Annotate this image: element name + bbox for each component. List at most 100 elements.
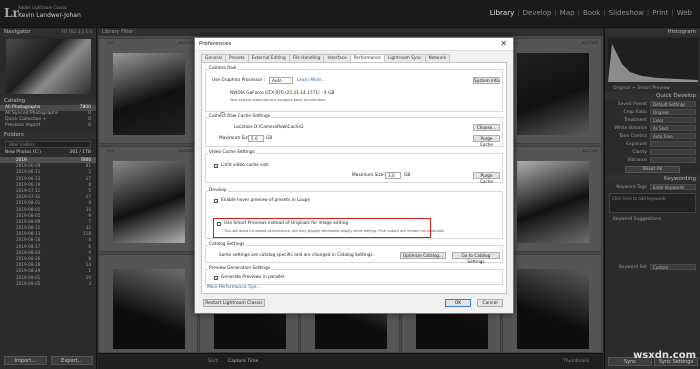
- video-max-size-input[interactable]: 3.0: [385, 172, 401, 179]
- purge-video-cache-button[interactable]: Purge Cache: [473, 172, 500, 184]
- catalog-settings-title: Catalog Settings: [208, 242, 246, 247]
- quick-develop-row[interactable]: Vibrance: [605, 156, 700, 164]
- navigator-header[interactable]: Navigator FIT FILL 1:1 1:4: [0, 28, 96, 36]
- cache-max-size-input[interactable]: 5.0: [248, 135, 264, 142]
- sort-label: Sort:: [208, 359, 219, 364]
- parallel-previews-checkbox[interactable]: ✓: [214, 276, 218, 281]
- video-cache-group: Video Cache Settings: [205, 150, 503, 183]
- module-web[interactable]: Web: [675, 9, 694, 17]
- dialog-titlebar: Preferences ✕: [195, 38, 513, 51]
- quick-develop-row[interactable]: Treatment Color: [605, 116, 700, 124]
- hover-preview-checkbox[interactable]: ✓: [214, 199, 218, 204]
- purge-cache-button[interactable]: Purge Cache: [473, 135, 500, 147]
- dialog-title: Preferences: [199, 41, 232, 47]
- quick-develop-row[interactable]: Exposure: [605, 140, 700, 148]
- library-filter-bar[interactable]: Library Filter :: [98, 28, 603, 36]
- thumbnail-cell[interactable]: [98, 254, 198, 353]
- restart-lightroom-button[interactable]: Restart Lightroom Classic: [203, 299, 265, 307]
- tab-external-editing[interactable]: External Editing: [247, 54, 290, 62]
- quick-develop-row[interactable]: Crop Ratio Original: [605, 108, 700, 116]
- cache-unit: GB: [266, 136, 273, 141]
- gpu-name: NVIDIA GeForce GTX 970 (25.21.14.1771) -…: [230, 91, 335, 96]
- cell-index: 889: [107, 41, 114, 45]
- cell-filename: _KLS7160: [176, 149, 194, 153]
- tab-interface[interactable]: Interface: [323, 54, 351, 62]
- module-map[interactable]: Map: [558, 9, 577, 17]
- module-slideshow[interactable]: Slideshow: [607, 9, 646, 17]
- go-to-catalog-settings-button[interactable]: Go to Catalog Settings: [452, 252, 500, 264]
- tab-performance[interactable]: Performance: [349, 54, 385, 62]
- navigator-zoom-options[interactable]: FIT FILL 1:1 1:4: [61, 29, 92, 35]
- cell-filename: _KLS7163: [580, 149, 598, 153]
- quick-develop-row[interactable]: White Balance As Shot: [605, 124, 700, 132]
- folder-list: 2019 7800 2019-06-09 81 2019-06-11 2 2019-06-1…: [0, 157, 96, 287]
- tab-file-handling[interactable]: File Handling: [288, 54, 325, 62]
- learn-more-link[interactable]: Learn More...: [297, 78, 325, 83]
- thumbnail-cell[interactable]: [502, 254, 602, 353]
- video-max-size-label: Maximum Size:: [352, 173, 385, 178]
- photo-thumbnail: [113, 161, 185, 243]
- tab-general[interactable]: General: [201, 54, 226, 62]
- keywording-header[interactable]: Keywording: [605, 175, 700, 183]
- more-performance-tips-link[interactable]: More Performance Tips...: [207, 285, 260, 290]
- quick-develop-row[interactable]: Tone Control Auto Tone: [605, 132, 700, 140]
- photo-thumbnail: [113, 53, 185, 135]
- folder-item[interactable]: 2019-09-05 3: [0, 281, 96, 287]
- keyword-set-row[interactable]: Keyword Set Custom: [605, 263, 700, 271]
- gpu-select[interactable]: Auto: [269, 77, 293, 84]
- sort-dropdown[interactable]: Capture Time: [228, 359, 258, 364]
- cache-max-size-label: Maximum Size:: [219, 136, 252, 141]
- video-cache-title: Video Cache Settings: [208, 150, 256, 155]
- cell-index: 896: [107, 149, 114, 153]
- close-icon[interactable]: ✕: [500, 39, 507, 48]
- keyword-suggestions[interactable]: Keyword Suggestions: [605, 215, 700, 223]
- identity-name: Kevin Landwer-Johan: [18, 12, 81, 19]
- tab-lightroom-sync[interactable]: Lightroom Sync: [383, 54, 426, 62]
- catalog-header[interactable]: Catalog: [0, 97, 96, 105]
- histogram: [608, 38, 698, 82]
- module-library[interactable]: Library: [488, 9, 516, 17]
- gpu-label: Use Graphics Processor :: [212, 78, 266, 83]
- thumbnail-cell[interactable]: 889 _KLS7153: [98, 38, 198, 144]
- keywords-input[interactable]: Click here to add keywords: [609, 193, 696, 213]
- thumbnail-cell[interactable]: 899 _KLS7163: [502, 146, 602, 252]
- preview-generation-title: Preview Generation Settings: [208, 266, 272, 271]
- import-button[interactable]: Import...: [4, 356, 47, 365]
- keyword-tags-row[interactable]: Keyword Tags Enter Keywords: [605, 183, 700, 191]
- ok-button[interactable]: OK: [445, 299, 471, 307]
- photo-thumbnail: [113, 269, 185, 349]
- folders-header[interactable]: Folders: [0, 131, 96, 139]
- volume-row[interactable]: New Photos (C:) 361 / 1TB: [0, 150, 96, 157]
- thumbnail-cell[interactable]: 896 _KLS7160: [98, 146, 198, 252]
- dialog-tabs: General Presets External Editing File Ha…: [201, 54, 509, 62]
- module-picker: Library | Develop | Map | Book | Slideshow | …: [488, 9, 694, 17]
- navigator-preview[interactable]: [6, 39, 91, 94]
- tab-presets[interactable]: Presets: [224, 54, 249, 62]
- module-book[interactable]: Book: [581, 9, 602, 17]
- histogram-header[interactable]: Histogram: [605, 28, 700, 36]
- reset-all-button[interactable]: Reset All: [625, 166, 680, 173]
- thumbnails-size-label[interactable]: Thumbnails: [563, 359, 589, 364]
- folder-filter-input[interactable]: Filter Folders: [5, 141, 91, 148]
- optimize-catalog-button[interactable]: Optimize Catalog...: [400, 252, 446, 259]
- quick-develop-row[interactable]: Clarity: [605, 148, 700, 156]
- preferences-dialog: Preferences ✕ General Presets External E…: [194, 37, 514, 314]
- quick-develop-row[interactable]: Saved Preset Default Settings: [605, 100, 700, 108]
- export-button[interactable]: Export...: [50, 356, 93, 365]
- watermark: wsxdn.com: [633, 350, 696, 361]
- left-panel: Navigator FIT FILL 1:1 1:4 Catalog All P…: [0, 28, 97, 369]
- quick-develop-rows: Saved Preset Default Settings Crop Ratio Or…: [605, 100, 700, 164]
- module-develop[interactable]: Develop: [521, 9, 554, 17]
- preview-status: Original + Smart Preview: [613, 85, 670, 91]
- limit-video-cache-checkbox[interactable]: ✓: [214, 164, 218, 169]
- cancel-button[interactable]: Cancel: [477, 299, 503, 307]
- quick-develop-header[interactable]: Quick Develop: [605, 92, 700, 100]
- location-label: Location:: [234, 125, 254, 130]
- catalog-title: Catalog: [4, 98, 26, 104]
- choose-button[interactable]: Choose...: [473, 124, 500, 131]
- module-print[interactable]: Print: [650, 9, 670, 17]
- system-info-button[interactable]: System Info: [473, 77, 500, 84]
- thumbnail-cell[interactable]: 892 _KLS7156: [502, 38, 602, 144]
- catalog-item-previous-import[interactable]: Previous Import 0: [0, 123, 96, 129]
- tab-network[interactable]: Network: [424, 54, 451, 62]
